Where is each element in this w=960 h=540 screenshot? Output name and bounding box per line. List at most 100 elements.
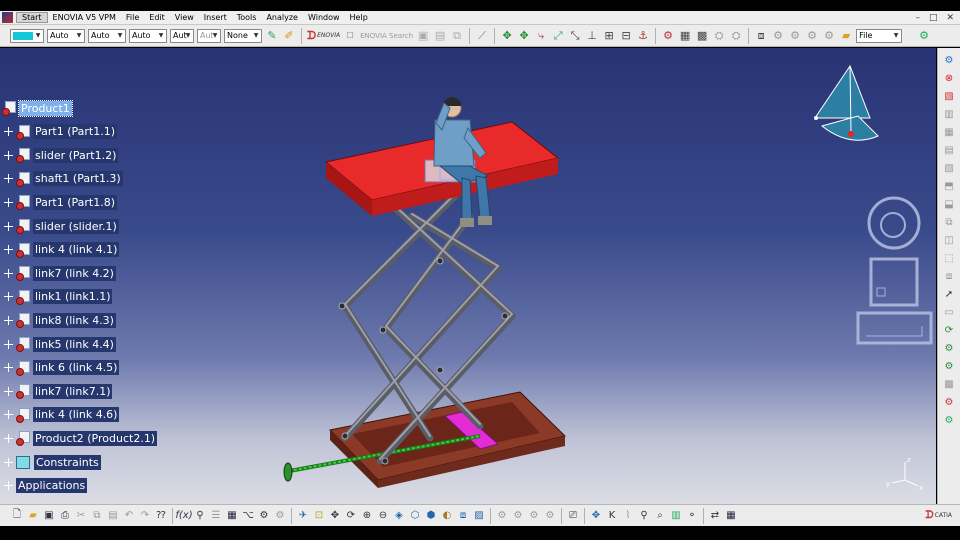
grey-tool-icon[interactable]: ▨ <box>472 509 486 523</box>
tree-node-applications[interactable]: Applications <box>4 477 88 495</box>
expand-plus-icon[interactable] <box>4 245 13 255</box>
menu-window[interactable]: Window <box>303 13 345 22</box>
expand-plus-icon[interactable] <box>4 174 13 184</box>
grey-tool-icon[interactable]: ▩ <box>941 376 957 393</box>
analysis-icon[interactable]: ⚙ <box>941 358 957 375</box>
print-icon[interactable]: ⎙ <box>58 509 72 523</box>
menu-file[interactable]: File <box>121 13 144 22</box>
tree-node-7[interactable]: link1 (link1.1) <box>4 288 113 306</box>
parts-icon[interactable]: ⚙ <box>257 509 271 523</box>
explode-icon[interactable]: ⤢ <box>551 29 565 43</box>
shading-icon[interactable]: ⬢ <box>424 509 438 523</box>
expand-plus-icon[interactable] <box>4 150 13 160</box>
report-icon[interactable]: ▧ <box>941 88 957 105</box>
grid-icon[interactable]: ▦ <box>724 509 738 523</box>
help-icon[interactable]: ⁇ <box>154 509 168 523</box>
swap-icon[interactable]: ⇄ <box>708 509 722 523</box>
grey-tool-icon[interactable]: ▤ <box>941 142 957 159</box>
expand-plus-icon[interactable] <box>4 410 13 420</box>
grey-tool-icon[interactable]: ⛭ <box>712 29 726 43</box>
select-arrow-icon[interactable]: ➚ <box>941 286 957 303</box>
tree-node-5[interactable]: link 4 (link 4.1) <box>4 241 120 259</box>
fly-mode-icon[interactable]: ✈ <box>296 509 310 523</box>
grey-tool-icon[interactable]: ▦ <box>941 124 957 141</box>
tree-node-10[interactable]: link 6 (link 4.5) <box>4 359 120 377</box>
menu-start[interactable]: Start <box>16 12 48 23</box>
rotate-icon[interactable]: ⟳ <box>344 509 358 523</box>
grey-tool-icon[interactable]: ⧈ <box>941 268 957 285</box>
zoom-out-icon[interactable]: ⊖ <box>376 509 390 523</box>
grey-tool-icon[interactable]: ⛭ <box>729 29 743 43</box>
knowledge-icon[interactable]: ⚲ <box>193 509 207 523</box>
expand-plus-icon[interactable] <box>4 315 13 325</box>
compass-icon[interactable]: ✥ <box>589 509 603 523</box>
expand-plus-icon[interactable] <box>4 268 13 278</box>
hide-show-icon[interactable]: ◐ <box>440 509 454 523</box>
expand-plus-icon[interactable] <box>4 386 13 396</box>
color-combo[interactable]: ▼ <box>10 28 44 43</box>
undo-icon[interactable]: ↶ <box>122 509 136 523</box>
fit-all-icon[interactable]: ⊡ <box>312 509 326 523</box>
cut-icon[interactable]: ✂ <box>74 509 88 523</box>
grey-tool-icon[interactable]: ⚙ <box>495 509 509 523</box>
grey-tool-icon[interactable]: ▤ <box>433 29 447 43</box>
enovia-search-label[interactable]: ENOVIA Search <box>360 32 413 40</box>
analysis-icon[interactable]: ⚙ <box>941 340 957 357</box>
swap-space-icon[interactable]: ⧈ <box>456 509 470 523</box>
formula-icon[interactable]: f(x) <box>175 509 192 523</box>
grey-tool-icon[interactable]: ⚙ <box>822 29 836 43</box>
fix-component-icon[interactable]: ⚓ <box>636 29 650 43</box>
navigation-widget[interactable] <box>856 196 933 345</box>
restore-button[interactable]: □ <box>929 13 938 23</box>
grey-tool-icon[interactable]: ⚙ <box>527 509 541 523</box>
file-combo[interactable]: File ▼ <box>856 28 903 43</box>
grey-tool-icon[interactable]: ⬓ <box>941 196 957 213</box>
redo-icon[interactable]: ↷ <box>138 509 152 523</box>
point-type-combo[interactable]: Aut ▼ <box>170 28 194 43</box>
tree-node-8[interactable]: link8 (link 4.3) <box>4 311 116 329</box>
transparency-combo[interactable]: Auto ▼ <box>47 28 85 43</box>
distance-icon[interactable]: ⌇ <box>621 509 635 523</box>
stop-manipulate-icon[interactable]: ⤡ <box>568 29 582 43</box>
tree-root-product1[interactable]: Product1 <box>2 99 73 117</box>
expand-plus-icon[interactable] <box>4 127 13 137</box>
iso-view-icon[interactable]: ⬡ <box>408 509 422 523</box>
close-button[interactable]: ✕ <box>946 13 954 23</box>
grey-tool-icon[interactable]: ▥ <box>941 106 957 123</box>
sectioning-icon[interactable]: ▥ <box>669 509 683 523</box>
tree-icon[interactable]: ⌥ <box>241 509 255 523</box>
grey-tool-icon[interactable]: ⚙ <box>805 29 819 43</box>
catalog-browser-icon[interactable]: ⚙ <box>661 29 675 43</box>
menu-analyze[interactable]: Analyze <box>261 13 303 22</box>
open-folder-icon[interactable]: ▰ <box>26 509 40 523</box>
grey-tool-icon[interactable]: ▣ <box>416 29 430 43</box>
tree-node-2[interactable]: shaft1 (Part1.3) <box>4 170 123 188</box>
tree-node-12[interactable]: link 4 (link 4.6) <box>4 406 120 424</box>
menu-enovia[interactable]: ENOVIA V5 VPM <box>48 13 121 22</box>
workbench-icon[interactable]: ⚙ <box>941 52 957 69</box>
camera-icon[interactable]: ⎚ <box>566 509 580 523</box>
insert-component-icon[interactable]: ⧈ <box>754 29 768 43</box>
minimize-button[interactable]: – <box>915 13 920 23</box>
measure-item-icon[interactable]: ⌕ <box>653 509 667 523</box>
line-thickness-combo[interactable]: Auto ▼ <box>88 28 126 43</box>
tree-node-3[interactable]: Part1 (Part1.8) <box>4 193 118 211</box>
snap-icon[interactable]: ⤷ <box>534 29 548 43</box>
grey-tool-icon[interactable]: ⚙ <box>788 29 802 43</box>
painter-icon[interactable]: ✎ <box>265 29 279 43</box>
grey-tool-icon[interactable]: ⧉ <box>941 214 957 231</box>
expand-plus-icon[interactable] <box>4 433 13 443</box>
grey-tool-icon[interactable]: ⬒ <box>941 178 957 195</box>
new-file-icon[interactable]: 🗋 <box>10 509 24 523</box>
spin-icon[interactable]: ⟳ <box>941 322 957 339</box>
layer-combo[interactable]: None ▼ <box>224 28 262 43</box>
offset-constraint-icon[interactable]: ⊟ <box>619 29 633 43</box>
close-red-icon[interactable]: ⊗ <box>941 70 957 87</box>
inertia-icon[interactable]: ⚬ <box>685 509 699 523</box>
rendering-style-combo[interactable]: Aut ▼ <box>197 28 221 43</box>
move-compass-icon[interactable]: ✥ <box>500 29 514 43</box>
open-folder-icon[interactable]: ▰ <box>839 29 853 43</box>
manipulate-icon[interactable]: ✥ <box>517 29 531 43</box>
measure-between-icon[interactable]: ⚲ <box>637 509 651 523</box>
tree-node-4[interactable]: slider (slider.1) <box>4 217 119 235</box>
